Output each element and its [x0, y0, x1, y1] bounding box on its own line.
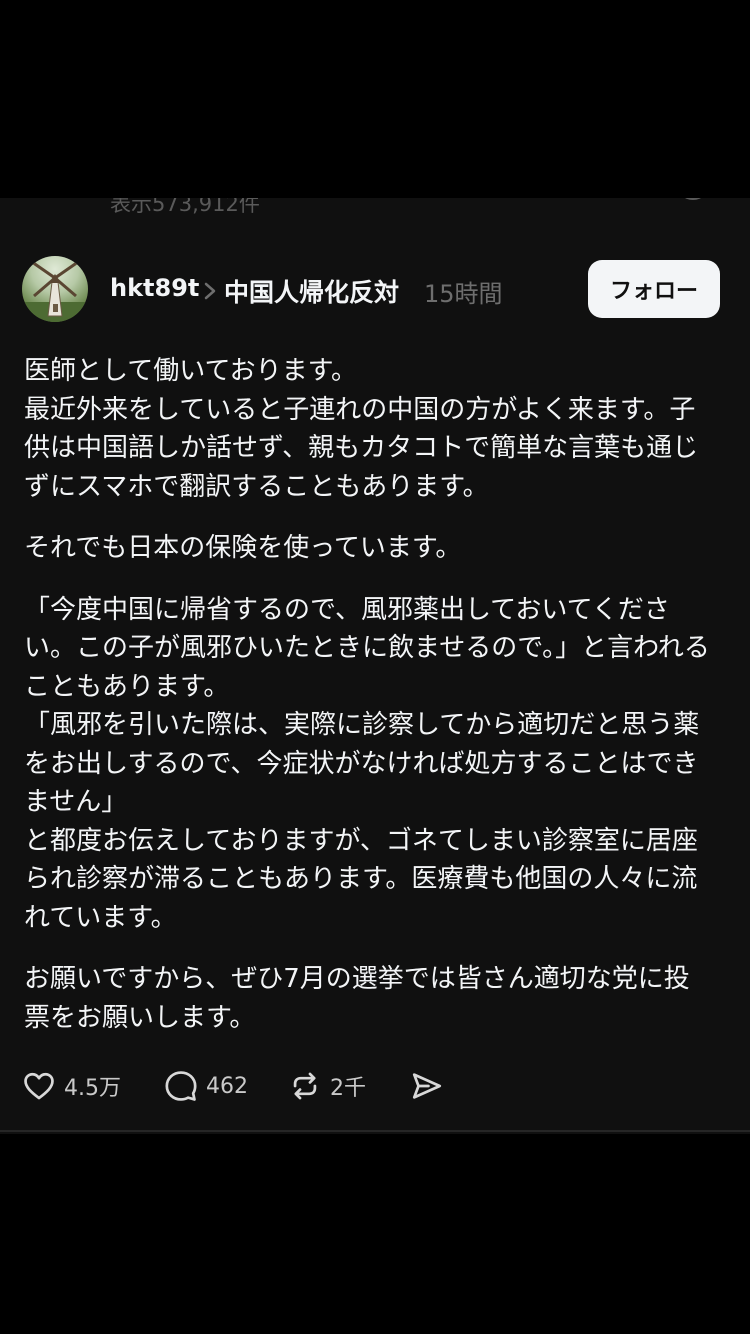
post-paragraph: お願いですから、ぜひ7月の選挙では皆さん適切な党に投票をお願いします。 [24, 964, 690, 1033]
username[interactable]: hkt89t [110, 274, 199, 302]
follow-button[interactable]: フォロー [588, 260, 720, 318]
like-button[interactable]: 4.5万 [22, 1064, 121, 1108]
previous-post-more-icon[interactable] [676, 198, 710, 200]
repost-icon [293, 1072, 317, 1100]
action-bar: 4.5万 462 2千 [0, 1064, 750, 1108]
previous-post-views: 表示573,912件 [110, 198, 260, 216]
repost-button[interactable]: 2千 [288, 1064, 366, 1108]
send-icon [412, 1073, 442, 1099]
chevron-right-icon [204, 282, 216, 300]
like-count: 4.5万 [64, 1076, 121, 1101]
avatar[interactable] [22, 256, 88, 322]
repost-count: 2千 [330, 1076, 366, 1101]
comment-icon [165, 1071, 197, 1101]
post-paragraph: それでも日本の保険を使っています。 [24, 533, 462, 563]
heart-icon [24, 1072, 54, 1100]
reply-button[interactable]: 462 [164, 1064, 248, 1108]
post-card: 表示573,912件 hkt89t 中国人帰化反対 15時間 フォロー 医師とし… [0, 198, 750, 1134]
reply-count: 462 [206, 1073, 248, 1099]
share-button[interactable] [410, 1064, 444, 1108]
post-paragraph: 「今度中国に帰省するので、風邪薬出しておいてください。この子が風邪ひいたときに飲… [24, 594, 710, 933]
topic-tag[interactable]: 中国人帰化反対 [224, 273, 399, 309]
divider [0, 1130, 750, 1132]
post-time: 15時間 [424, 280, 503, 308]
post-body: 医師として働いております。 最近外来をしていると子連れの中国の方がよく来ます。子… [24, 352, 714, 1037]
windmill-icon [22, 260, 88, 322]
post-paragraph: 医師として働いております。 最近外来をしていると子連れの中国の方がよく来ます。子… [24, 356, 699, 502]
